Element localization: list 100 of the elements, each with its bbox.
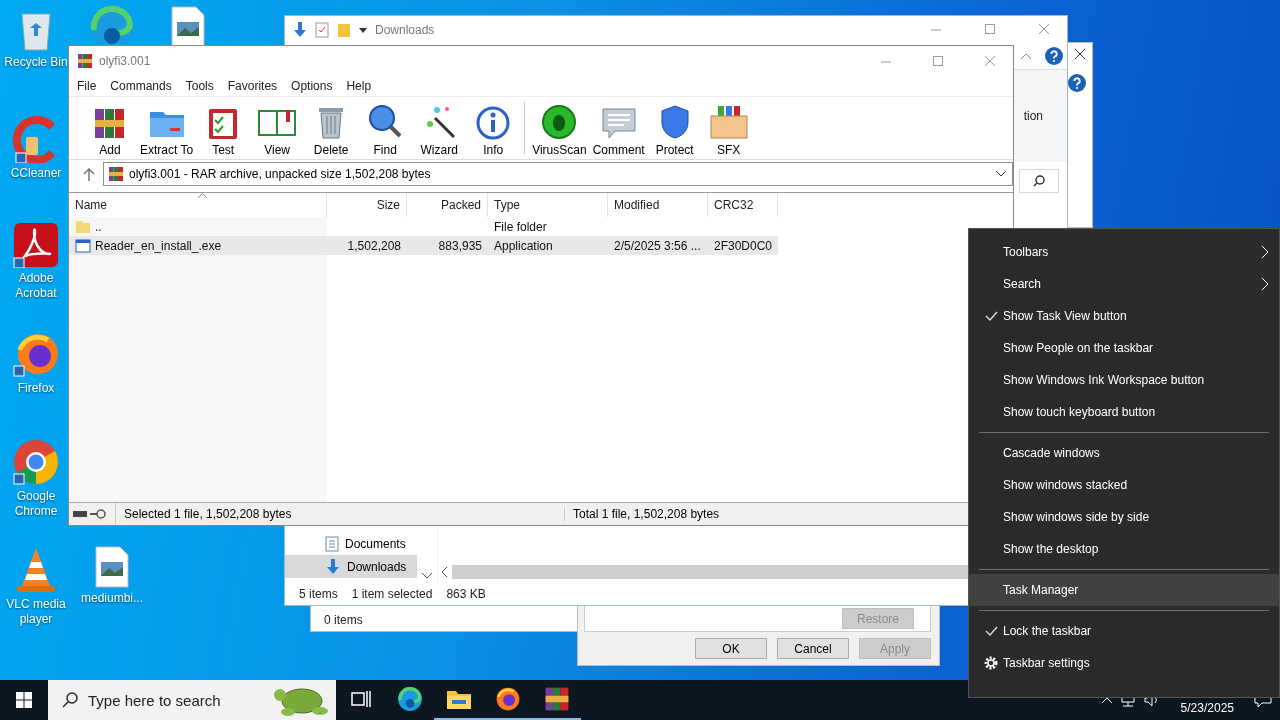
info-icon — [476, 106, 511, 140]
window-title: Downloads — [375, 22, 436, 37]
menu-item[interactable]: Lock the taskbar — [969, 615, 1279, 647]
key-icon — [90, 509, 106, 519]
toolbar-button[interactable]: Test — [196, 99, 251, 157]
magnifier-icon — [367, 104, 404, 140]
toolbar-button[interactable]: Info — [466, 99, 521, 157]
menu-item[interactable]: Taskbar settings — [969, 647, 1279, 679]
toolbar-button[interactable]: Wizard — [412, 99, 467, 157]
menu-item[interactable]: Show People on the taskbar — [969, 332, 1279, 364]
application-icon — [75, 238, 91, 253]
search-field[interactable] — [1019, 169, 1059, 193]
table-cell: 2/5/2025 3:56 ... — [608, 236, 708, 255]
window-title: olyfi3.001 — [99, 54, 152, 68]
maximize-icon[interactable] — [984, 24, 996, 35]
toolbar-button[interactable]: Find — [358, 99, 413, 157]
menu-item[interactable]: Toolbars — [969, 236, 1279, 268]
selection-size: 863 KB — [446, 587, 486, 601]
item-count: 5 items — [299, 587, 338, 601]
settings-icon — [984, 656, 998, 670]
task-view-icon — [350, 690, 371, 708]
menu-item[interactable]: Search — [969, 268, 1279, 300]
dropdown-icon[interactable] — [359, 25, 367, 34]
document-icon — [325, 535, 339, 552]
speech-bubble-icon — [600, 106, 637, 140]
toolbar-button[interactable]: Protect — [647, 99, 702, 157]
toolbar-button[interactable]: Comment — [589, 99, 648, 157]
selection-status: 1 item selected — [351, 587, 433, 601]
folder-icon — [445, 688, 472, 710]
download-arrow-icon — [293, 21, 307, 38]
nav-item[interactable]: Downloads — [285, 555, 417, 578]
dropdown-icon[interactable] — [996, 171, 1006, 177]
box-icon — [708, 104, 749, 140]
menu-item[interactable]: Tools — [185, 79, 214, 93]
collapse-icon[interactable] — [1021, 53, 1031, 59]
menu-item[interactable]: Favorites — [227, 79, 278, 93]
item-count: 0 items — [324, 613, 363, 627]
menu-item[interactable]: Show the desktop — [969, 533, 1279, 565]
menu-item[interactable]: Commands — [110, 79, 172, 93]
drive-icon — [73, 510, 87, 518]
download-arrow-icon — [325, 558, 341, 575]
winrar-icon — [108, 166, 124, 182]
acrobat-icon — [13, 222, 59, 268]
bug-icon — [541, 104, 578, 140]
menu-item[interactable]: Help — [346, 79, 372, 93]
ribbon-label: tion — [1023, 109, 1043, 123]
scroll-left-icon[interactable] — [442, 567, 448, 577]
chevron-right-icon — [1261, 277, 1269, 291]
clipboard-icon — [207, 106, 240, 140]
winrar-icon — [543, 686, 570, 712]
menu-item[interactable]: File — [77, 79, 97, 93]
table-cell: Application — [488, 236, 608, 255]
menu-item[interactable]: Task Manager — [969, 574, 1279, 606]
toolbar-button[interactable]: VirusScan — [529, 99, 590, 157]
dialog-button[interactable]: OK — [695, 638, 767, 659]
edge-icon — [396, 686, 423, 712]
maximize-icon[interactable] — [932, 55, 944, 67]
status-text: Total 1 file, 1,502,208 bytes — [564, 507, 720, 521]
up-arrow-icon[interactable] — [83, 167, 95, 181]
menu-item[interactable]: Show touch keyboard button — [969, 396, 1279, 428]
nav-item[interactable]: Documents — [285, 532, 417, 555]
search-field[interactable]: Type here to search — [48, 680, 336, 720]
table-cell: 883,935 — [407, 236, 488, 255]
dialog-button[interactable]: Cancel — [777, 638, 849, 659]
table-cell: Reader_en_install_.exe — [69, 236, 327, 255]
folder-icon — [75, 219, 91, 234]
properties-icon[interactable] — [315, 21, 329, 38]
winrar-icon — [77, 53, 93, 69]
status-text: Selected 1 file, 1,502,208 bytes — [123, 507, 293, 521]
address-field[interactable]: olyfi3.001 - RAR archive, unpacked size 1,502,208 bytes — [103, 162, 1013, 186]
menu-item[interactable]: Show windows side by side — [969, 501, 1279, 533]
toolbar-button[interactable]: Add — [83, 99, 137, 157]
help-icon[interactable] — [1068, 74, 1086, 92]
image-file-icon — [95, 546, 129, 588]
toolbar-button[interactable]: Delete — [304, 99, 359, 157]
toolbar-button[interactable]: View — [250, 99, 305, 157]
toolbar-button[interactable]: Extract To — [137, 99, 197, 157]
clock-date[interactable]: 5/23/2025 — [1166, 701, 1248, 715]
shield-icon — [658, 104, 691, 140]
menu-item[interactable]: Show windows stacked — [969, 469, 1279, 501]
search-icon — [1033, 175, 1045, 187]
menu-item[interactable]: Show Windows Ink Workspace button — [969, 364, 1279, 396]
table-cell-text: File folder — [493, 218, 548, 236]
table-cell: 2F30D0C0 — [708, 236, 778, 255]
sort-caret-icon — [197, 193, 207, 198]
windows-logo-icon — [16, 692, 32, 708]
books-icon — [93, 106, 127, 140]
scroll-down-icon[interactable] — [422, 573, 432, 579]
chevron-right-icon — [1261, 245, 1269, 259]
table-cell: .. — [69, 217, 327, 236]
chrome-icon — [12, 438, 60, 486]
firefox-icon — [494, 686, 521, 712]
menu-item[interactable]: Show Task View button — [969, 300, 1279, 332]
close-icon[interactable] — [1075, 49, 1086, 60]
search-icon — [62, 692, 78, 708]
menu-item[interactable]: Cascade windows — [969, 437, 1279, 469]
toolbar-button[interactable]: SFX — [701, 99, 756, 157]
help-icon[interactable] — [1045, 47, 1063, 65]
table-cell: 1,502,208 — [327, 236, 407, 255]
menu-item[interactable]: Options — [291, 79, 333, 93]
